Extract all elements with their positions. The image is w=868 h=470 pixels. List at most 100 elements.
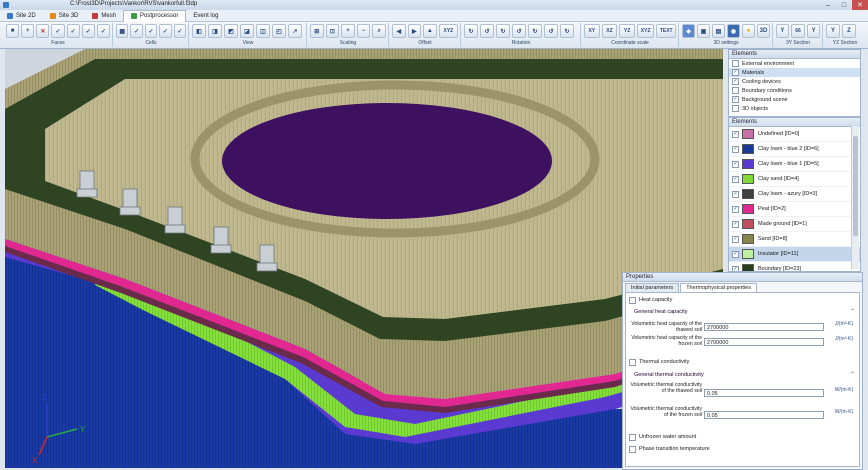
material-row[interactable]: ✓ Peat [ID=2] bbox=[729, 202, 860, 217]
checkbox-icon[interactable]: ✓ bbox=[732, 190, 739, 198]
check-icon[interactable]: ✓ bbox=[159, 24, 172, 38]
checkbox-icon[interactable]: ✓ bbox=[732, 130, 739, 138]
check-icon[interactable]: ✓ bbox=[173, 24, 187, 38]
checkbox-icon[interactable]: ✓ bbox=[732, 175, 739, 183]
checkbox-icon[interactable] bbox=[629, 433, 636, 441]
material-row[interactable]: ✓ Clay loam - blue 2 [ID=6] bbox=[729, 142, 860, 157]
rotate-icon[interactable]: ↺ bbox=[544, 24, 558, 38]
checkbox-icon[interactable] bbox=[732, 105, 739, 112]
zoom-region-icon[interactable]: ⊡ bbox=[325, 24, 340, 38]
view-iso-icon[interactable]: ◰ bbox=[272, 24, 286, 38]
elements-toggle-row[interactable]: ✓ Background scene bbox=[729, 95, 860, 104]
elements-toggle-row[interactable]: External environment bbox=[729, 59, 860, 68]
frozen-conductivity-input[interactable]: 0.05 bbox=[704, 411, 824, 419]
checkbox-icon[interactable]: ✓ bbox=[732, 145, 739, 153]
coord-xyz-button[interactable]: XYZ bbox=[636, 24, 655, 38]
section-icon[interactable]: Y bbox=[776, 24, 789, 38]
add-face-icon[interactable]: + bbox=[21, 24, 35, 38]
rotate-icon[interactable]: ↻ bbox=[496, 24, 510, 38]
offset-right-icon[interactable]: ▶ bbox=[407, 24, 422, 38]
close-icon[interactable]: ✕ bbox=[852, 0, 868, 10]
light-icon[interactable]: ● bbox=[742, 24, 755, 38]
section-icon[interactable]: Y bbox=[826, 24, 840, 38]
mesh-view-icon[interactable]: ▤ bbox=[712, 24, 725, 38]
tab-thermophysical-properties[interactable]: Thermophysical properties bbox=[680, 283, 757, 292]
3d-icon[interactable]: 3D bbox=[757, 24, 770, 38]
checkbox-icon[interactable]: ✓ bbox=[732, 220, 739, 228]
render-icon[interactable]: ◆ bbox=[682, 24, 695, 38]
scroll-thumb[interactable] bbox=[853, 136, 858, 236]
checkbox-icon[interactable]: ✓ bbox=[732, 78, 739, 85]
3d-viewport[interactable]: Z Y X bbox=[5, 49, 723, 468]
check-icon[interactable]: ✓ bbox=[144, 24, 158, 38]
thawed-conductivity-input[interactable]: 0.05 bbox=[704, 389, 824, 397]
chevron-down-icon[interactable]: ⌃ bbox=[850, 308, 855, 315]
checkbox-icon[interactable]: ✓ bbox=[732, 205, 739, 213]
checkbox-icon[interactable]: ✓ bbox=[732, 69, 739, 76]
zoom-in-icon[interactable]: + bbox=[341, 24, 355, 38]
zoom-out-icon[interactable]: − bbox=[356, 24, 371, 38]
elements-scrollbar[interactable] bbox=[851, 126, 859, 269]
thawed-heat-capacity-input[interactable]: 2700000 bbox=[704, 323, 824, 331]
tab-initial-parameters[interactable]: Initial parameters bbox=[625, 283, 680, 292]
check-icon[interactable]: ✓ bbox=[96, 24, 110, 38]
menu-event-log[interactable]: Event log bbox=[186, 10, 225, 21]
elements-toggle-row[interactable]: ✓ Materials bbox=[729, 68, 860, 77]
view-axis-icon[interactable]: ↗ bbox=[288, 24, 302, 38]
material-row[interactable]: ✓ Clay loam - blue 1 [ID=5] bbox=[729, 157, 860, 172]
material-row[interactable]: ✓ Clay sand [ID=4] bbox=[729, 172, 860, 187]
checkbox-icon[interactable] bbox=[732, 60, 739, 67]
maximize-icon[interactable]: □ bbox=[836, 0, 852, 10]
grid-icon[interactable]: ▦ bbox=[116, 24, 129, 38]
elements-toggle-row[interactable]: 3D objects bbox=[729, 104, 860, 113]
elements-toggle-row[interactable]: ✓ Cooling devices bbox=[729, 77, 860, 86]
offset-xyz-button[interactable]: XYZ bbox=[438, 24, 459, 38]
rotate-icon[interactable]: ↻ bbox=[528, 24, 542, 38]
checkbox-icon[interactable] bbox=[629, 445, 636, 453]
rotate-icon[interactable]: ↻ bbox=[464, 24, 478, 38]
check-icon[interactable]: ✓ bbox=[81, 24, 95, 38]
frozen-heat-capacity-input[interactable]: 2700000 bbox=[704, 338, 824, 346]
checkbox-icon[interactable] bbox=[629, 358, 636, 366]
delete-icon[interactable]: ✕ bbox=[36, 24, 50, 38]
menu-mesh[interactable]: Mesh bbox=[85, 10, 123, 21]
checkbox-icon[interactable] bbox=[732, 87, 739, 94]
check-icon[interactable]: ✓ bbox=[66, 24, 80, 38]
checkbox-icon[interactable]: ✓ bbox=[732, 160, 739, 168]
chevron-down-icon[interactable]: ⌃ bbox=[850, 371, 855, 378]
section-icon[interactable]: Y bbox=[807, 24, 820, 38]
coord-xy-button[interactable]: XY bbox=[584, 24, 600, 38]
view-back-icon[interactable]: ◨ bbox=[208, 24, 222, 38]
material-row[interactable]: ✓ Undefined [ID=0] bbox=[729, 127, 860, 142]
offset-left-icon[interactable]: ◀ bbox=[392, 24, 406, 38]
checkbox-icon[interactable] bbox=[629, 296, 636, 304]
thermal-conductivity-section[interactable]: Thermal conductivity bbox=[629, 358, 689, 366]
menu-postprocessor[interactable]: Postprocessor bbox=[123, 9, 187, 22]
material-row[interactable]: ✓ Boundary [ID=23] bbox=[729, 262, 860, 271]
rotate-icon[interactable]: ↻ bbox=[560, 24, 574, 38]
checkbox-icon[interactable]: ✓ bbox=[732, 96, 739, 103]
section-icon[interactable]: Z bbox=[842, 24, 856, 38]
view-top-icon[interactable]: ◫ bbox=[256, 24, 270, 38]
check-icon[interactable]: ✓ bbox=[130, 24, 143, 38]
shading-icon[interactable]: ◉ bbox=[727, 24, 740, 38]
rotate-icon[interactable]: ↺ bbox=[480, 24, 494, 38]
fit-icon[interactable]: ⊞ bbox=[310, 24, 324, 38]
view-left-icon[interactable]: ◩ bbox=[224, 24, 238, 38]
materials-icon[interactable]: ▣ bbox=[697, 24, 710, 38]
heat-capacity-section[interactable]: Heat capacity bbox=[629, 296, 672, 304]
cube-icon[interactable]: ■ bbox=[6, 24, 20, 38]
view-right-icon[interactable]: ◪ bbox=[240, 24, 254, 38]
coord-yz-button[interactable]: YZ bbox=[619, 24, 635, 38]
search-icon[interactable]: ⌕ bbox=[372, 24, 386, 38]
material-row[interactable]: ✓ Sand [ID=8] bbox=[729, 232, 860, 247]
material-row[interactable]: ✓ Clay loam - azury [ID=3] bbox=[729, 187, 860, 202]
menu-site-2d[interactable]: Site 2D bbox=[0, 10, 43, 21]
coord-xz-button[interactable]: XZ bbox=[601, 24, 618, 38]
minimize-icon[interactable]: – bbox=[820, 0, 836, 10]
zoom-value[interactable]: 66 bbox=[790, 24, 806, 38]
phase-transition-section[interactable]: Phase transition temperature bbox=[629, 445, 710, 453]
checkbox-icon[interactable]: ✓ bbox=[732, 250, 739, 258]
unfrozen-water-section[interactable]: Unfrozen water amount bbox=[629, 433, 696, 441]
check-icon[interactable]: ✓ bbox=[51, 24, 65, 38]
